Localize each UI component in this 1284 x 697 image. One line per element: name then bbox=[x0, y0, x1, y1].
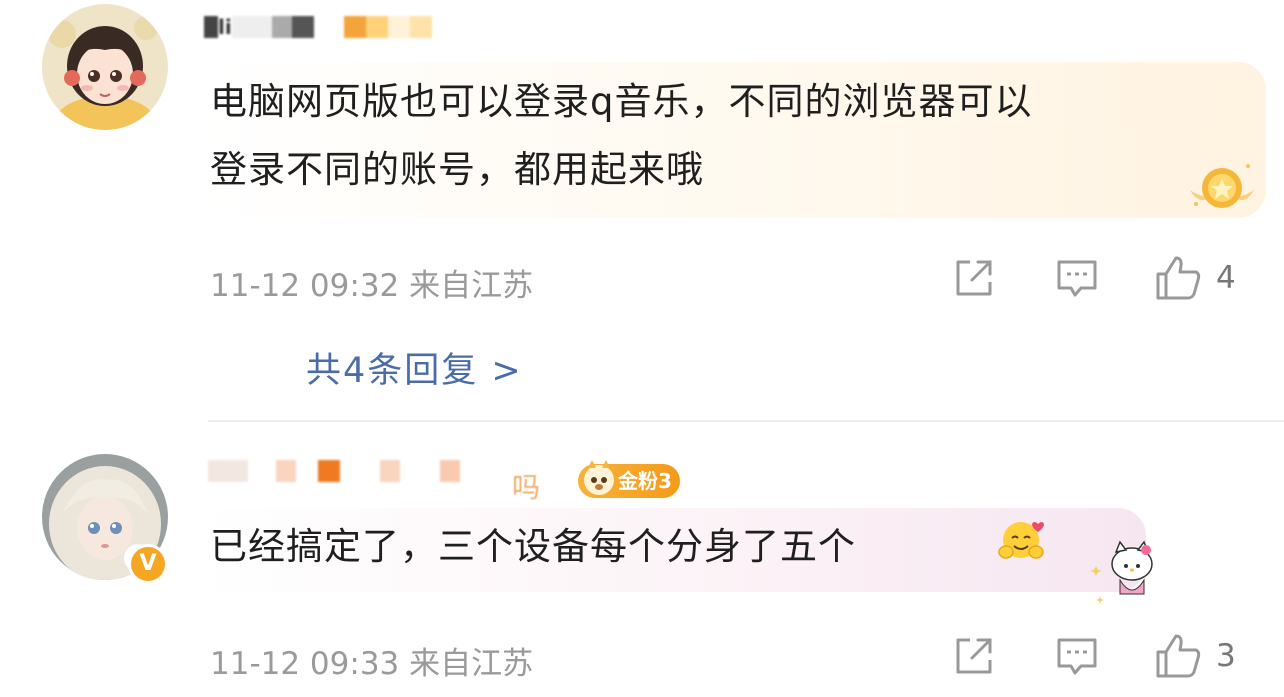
divider bbox=[208, 420, 1284, 422]
username-fragment: 吗 bbox=[512, 471, 541, 504]
like-button[interactable] bbox=[1154, 632, 1202, 680]
comment-icon bbox=[1057, 260, 1097, 297]
username-masked[interactable] bbox=[208, 458, 460, 484]
share-button[interactable] bbox=[950, 254, 998, 302]
comment-item: V 吗 金粉3 已经搞定了，三个设备每个分身了五个 11-12 09:33 来自… bbox=[0, 424, 1284, 697]
share-icon bbox=[956, 260, 992, 296]
comment-meta: 11-12 09:33 来自江苏 bbox=[210, 646, 534, 682]
comment-text: 电脑网页版也可以登录q音乐，不同的浏览器可以 登录不同的账号，都用起来哦 bbox=[200, 62, 1266, 218]
comment-text-line: 登录不同的账号，都用起来哦 bbox=[210, 148, 704, 191]
comment-text-line: 已经搞定了，三个设备每个分身了五个 bbox=[210, 525, 856, 568]
hello-kitty-sticker bbox=[1090, 540, 1153, 604]
like-button[interactable] bbox=[1154, 254, 1202, 302]
view-replies-link[interactable]: 共4条回复 > bbox=[306, 342, 523, 393]
thumb-up-icon bbox=[1156, 256, 1201, 300]
username-masked[interactable]: li bbox=[204, 14, 432, 40]
dog-mascot-icon bbox=[584, 460, 614, 495]
fan-badge-label: 金粉3 bbox=[618, 469, 672, 493]
comment-icon bbox=[1057, 638, 1097, 675]
avatar-image bbox=[42, 4, 168, 130]
hugging-face-icon bbox=[998, 522, 1044, 559]
share-button[interactable] bbox=[950, 632, 998, 680]
fan-badge[interactable]: 金粉3 bbox=[578, 460, 680, 498]
reply-button[interactable] bbox=[1053, 254, 1101, 302]
username-fragment: li bbox=[218, 15, 232, 39]
reply-button[interactable] bbox=[1053, 632, 1101, 680]
like-count: 4 bbox=[1216, 260, 1236, 296]
gold-medal-icon bbox=[1190, 164, 1254, 208]
thumb-up-icon bbox=[1156, 634, 1201, 678]
avatar[interactable] bbox=[42, 4, 168, 130]
comment-item: li 电脑网页版也可以登录q音乐，不同的浏览器可以 登录不同的账号，都用起来哦 … bbox=[0, 0, 1284, 420]
share-icon bbox=[956, 638, 992, 674]
verified-badge: V bbox=[128, 544, 168, 584]
like-count: 3 bbox=[1216, 638, 1236, 674]
comment-text-line: 电脑网页版也可以登录q音乐，不同的浏览器可以 bbox=[210, 80, 1033, 123]
comment-meta: 11-12 09:32 来自江苏 bbox=[210, 268, 534, 304]
